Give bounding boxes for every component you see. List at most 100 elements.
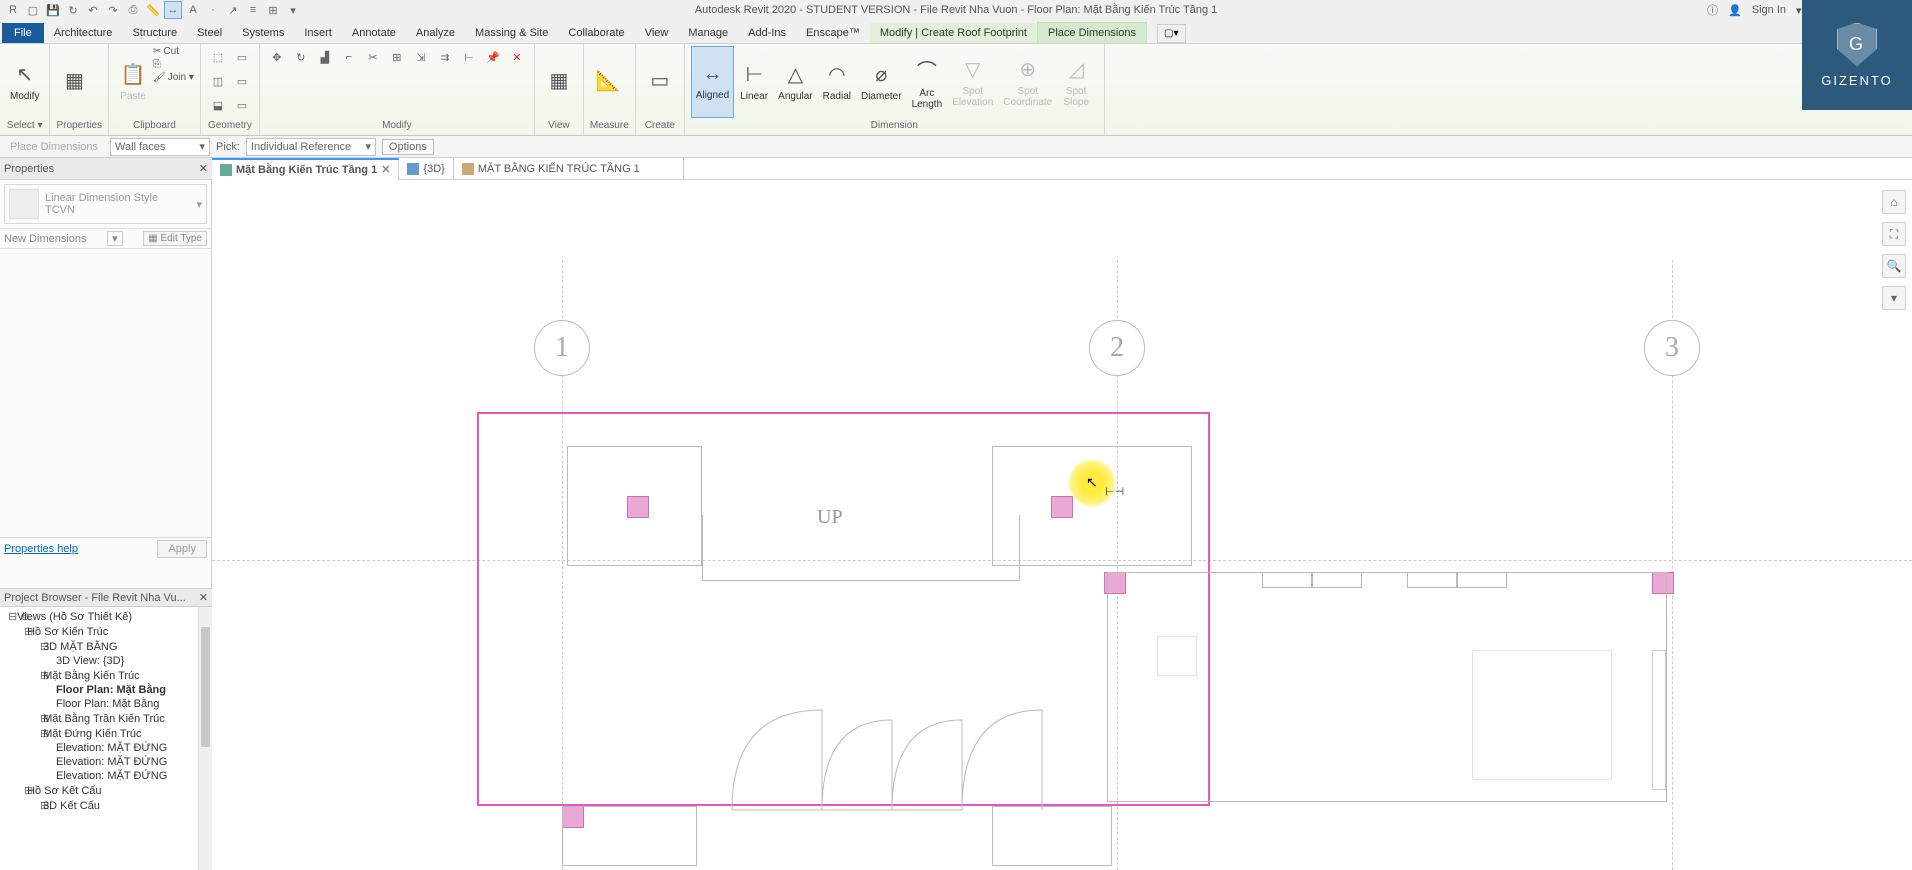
switch-icon[interactable]: ▾ bbox=[284, 1, 302, 19]
nav-chevron-icon[interactable]: ▾ bbox=[1882, 286, 1906, 310]
edit-type-button[interactable]: ▦ Edit Type bbox=[143, 231, 207, 246]
move-icon[interactable]: ✥ bbox=[266, 46, 288, 68]
revit-icon[interactable]: R bbox=[4, 1, 22, 19]
tab-file[interactable]: File bbox=[2, 23, 44, 43]
properties-close-icon[interactable]: ✕ bbox=[199, 162, 208, 175]
measure-button[interactable]: 📐 bbox=[590, 46, 626, 118]
grid-bubble-3[interactable]: 3 bbox=[1644, 320, 1700, 376]
browser-scrollbar[interactable] bbox=[198, 607, 212, 870]
close-icon[interactable]: ⊞ bbox=[264, 1, 282, 19]
text-icon[interactable]: A bbox=[184, 1, 202, 19]
create-button[interactable]: ▭ bbox=[642, 46, 678, 118]
cut-geom-icon[interactable]: ◫ bbox=[207, 70, 229, 92]
view-tab-2[interactable]: {3D} bbox=[399, 158, 453, 180]
print-icon[interactable]: ⎙ bbox=[124, 1, 142, 19]
arc-length-button[interactable]: ⌒Arc Length bbox=[908, 46, 947, 118]
tag-icon[interactable]: · bbox=[204, 1, 222, 19]
rotate-icon[interactable]: ↻ bbox=[290, 46, 312, 68]
join-icon[interactable]: ⬓ bbox=[207, 94, 229, 116]
cut-button[interactable]: ✂Cut bbox=[153, 46, 194, 57]
nav-full-icon[interactable]: ⛶ bbox=[1882, 222, 1906, 246]
tree-hskc[interactable]: ⊟ Hồ Sơ Kết Cấu bbox=[2, 783, 210, 798]
scale-icon[interactable]: ⇲ bbox=[410, 46, 432, 68]
exchange-icon[interactable]: ▾ bbox=[1796, 4, 1802, 17]
offset-icon[interactable]: ⇉ bbox=[434, 46, 456, 68]
redo-icon[interactable]: ↷ bbox=[104, 1, 122, 19]
tab-addins[interactable]: Add-Ins bbox=[738, 23, 796, 43]
type-dropdown-icon[interactable]: ▾ bbox=[196, 198, 202, 211]
tree-mbkt[interactable]: ⊟ Mặt Bằng Kiến Trúc bbox=[2, 668, 210, 683]
tree-3dmb[interactable]: ⊟ 3D MẶT BẰNG bbox=[2, 639, 210, 654]
geom-icon2[interactable]: ▭ bbox=[231, 70, 253, 92]
undo-icon[interactable]: ↶ bbox=[84, 1, 102, 19]
type-selector[interactable]: Linear Dimension Style TCVN ▾ bbox=[4, 184, 207, 224]
tab-enscape[interactable]: Enscape™ bbox=[796, 23, 870, 43]
canvas[interactable]: 1 2 3 UP ↖ ⊢⊣ bbox=[212, 180, 1912, 870]
info-icon[interactable]: ⓘ bbox=[1707, 2, 1718, 18]
tab-manage[interactable]: Manage bbox=[678, 23, 738, 43]
view-button[interactable]: ▦ bbox=[541, 46, 577, 118]
apply-button[interactable]: Apply bbox=[157, 540, 207, 558]
tree-3dkc[interactable]: ⊞ 3D Kết Cấu bbox=[2, 798, 210, 813]
spot-slope-button[interactable]: ◿Spot Slope bbox=[1058, 46, 1094, 118]
tab-annotate[interactable]: Annotate bbox=[342, 23, 406, 43]
aligned-button[interactable]: ↔Aligned bbox=[691, 46, 734, 118]
tree-hskt[interactable]: ⊟ Hồ Sơ Kiến Trúc bbox=[2, 624, 210, 639]
open-icon[interactable]: ▢ bbox=[24, 1, 42, 19]
view-tab-3[interactable]: MẶT BẰNG KIẾN TRÚC TẦNG 1 bbox=[454, 158, 684, 180]
measure-icon[interactable]: 📏 bbox=[144, 1, 162, 19]
geom-icon3[interactable]: ▭ bbox=[231, 94, 253, 116]
paste-button[interactable]: 📋Paste bbox=[115, 46, 151, 118]
tab-analyze[interactable]: Analyze bbox=[406, 23, 465, 43]
options-button[interactable]: Options bbox=[382, 139, 434, 155]
user-icon[interactable]: 👤 bbox=[1728, 4, 1742, 17]
project-browser-close-icon[interactable]: ✕ bbox=[199, 591, 208, 604]
dim-icon[interactable]: ↔ bbox=[164, 1, 182, 19]
tree-views[interactable]: ⊟ ⊚ Views (Hồ Sơ Thiết Kế) bbox=[2, 609, 210, 624]
pin-icon[interactable]: 📌 bbox=[482, 46, 504, 68]
tab-systems[interactable]: Systems bbox=[232, 23, 294, 43]
signin-link[interactable]: Sign In bbox=[1752, 4, 1786, 16]
mirror-icon[interactable]: ▟ bbox=[314, 46, 336, 68]
grid-bubble-1[interactable]: 1 bbox=[534, 320, 590, 376]
tree-mdkt[interactable]: ⊟ Mặt Đứng Kiến Trúc bbox=[2, 726, 210, 741]
tab-massing[interactable]: Massing & Site bbox=[465, 23, 558, 43]
tree-fp1[interactable]: Floor Plan: Mặt Bằng bbox=[2, 683, 210, 697]
trim-icon[interactable]: ⌐ bbox=[338, 46, 360, 68]
tree-mbtkt[interactable]: ⊞ Mặt Bằng Trần Kiến Trúc bbox=[2, 711, 210, 726]
tab-collaborate[interactable]: Collaborate bbox=[558, 23, 634, 43]
tab-steel[interactable]: Steel bbox=[187, 23, 232, 43]
match-button[interactable]: 🖌Join ▾ bbox=[153, 72, 194, 83]
view-tab-1[interactable]: Mặt Bằng Kiến Trúc Tầng 1 ✕ bbox=[212, 158, 399, 180]
tab-place-dimensions[interactable]: Place Dimensions bbox=[1037, 22, 1147, 43]
tab-view[interactable]: View bbox=[635, 23, 679, 43]
thin-icon[interactable]: ≡ bbox=[244, 1, 262, 19]
properties-button[interactable]: ▦ bbox=[56, 46, 92, 118]
tree-3dview[interactable]: 3D View: {3D} bbox=[2, 654, 210, 668]
tree-fp2[interactable]: Floor Plan: Mặt Bằng bbox=[2, 697, 210, 711]
split-icon[interactable]: ✂ bbox=[362, 46, 384, 68]
radial-button[interactable]: ◠Radial bbox=[819, 46, 855, 118]
align-icon[interactable]: ⊢ bbox=[458, 46, 480, 68]
section-icon[interactable]: ↗ bbox=[224, 1, 242, 19]
tab-modify[interactable]: Modify | Create Roof Footprint bbox=[870, 23, 1037, 43]
grid-bubble-2[interactable]: 2 bbox=[1089, 320, 1145, 376]
tree-elev3[interactable]: Elevation: MẶT ĐỨNG bbox=[2, 769, 210, 783]
nav-home-icon[interactable]: ⌂ bbox=[1882, 190, 1906, 214]
diameter-button[interactable]: ⌀Diameter bbox=[857, 46, 906, 118]
nav-zoom-icon[interactable]: 🔍 bbox=[1882, 254, 1906, 278]
save-icon[interactable]: 💾 bbox=[44, 1, 62, 19]
linear-button[interactable]: ⊢Linear bbox=[736, 46, 772, 118]
pick-dropdown[interactable]: Individual Reference▾ bbox=[246, 138, 376, 156]
spot-elev-button[interactable]: ▽Spot Elevation bbox=[948, 46, 997, 118]
geom-icon1[interactable]: ▭ bbox=[231, 46, 253, 68]
view-tab-1-close-icon[interactable]: ✕ bbox=[381, 163, 390, 176]
copy-button[interactable]: ⎘ bbox=[153, 59, 194, 70]
tab-structure[interactable]: Structure bbox=[122, 23, 187, 43]
ribbon-expand-icon[interactable]: ▢▾ bbox=[1157, 24, 1185, 43]
properties-help-link[interactable]: Properties help bbox=[4, 543, 78, 555]
tree-elev1[interactable]: Elevation: MẶT ĐỨNG bbox=[2, 741, 210, 755]
instance-dropdown[interactable]: ▾ bbox=[107, 231, 123, 246]
tree-elev2[interactable]: Elevation: MẶT ĐỨNG bbox=[2, 755, 210, 769]
tab-insert[interactable]: Insert bbox=[294, 23, 342, 43]
